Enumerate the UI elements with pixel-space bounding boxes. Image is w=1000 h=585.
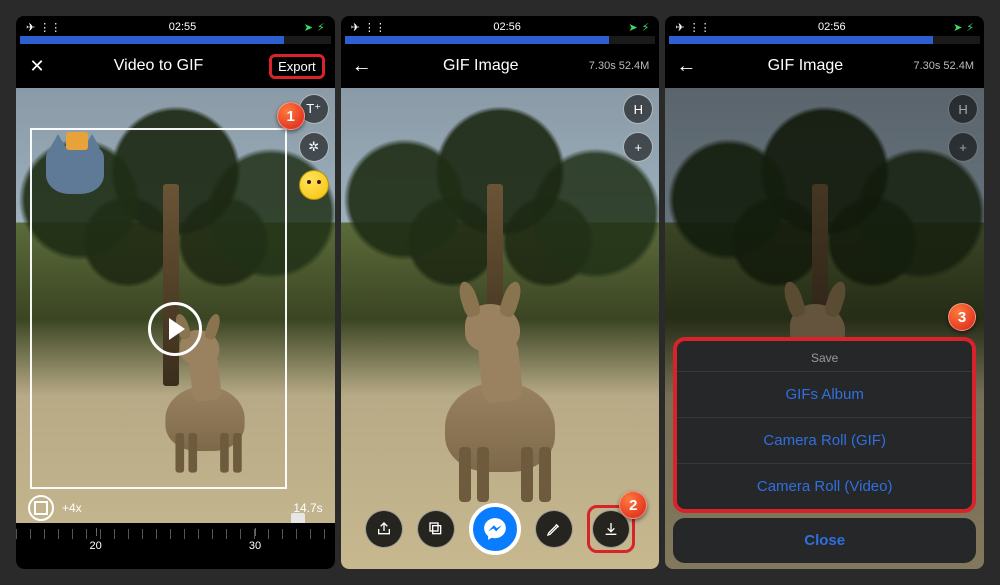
page-title: Video to GIF: [114, 57, 204, 75]
speed-label: +4x: [62, 501, 82, 515]
export-button[interactable]: Export: [269, 54, 325, 79]
gif-preview: H + 2: [341, 88, 660, 569]
sheet-header: Save: [677, 341, 972, 371]
wifi-icon: ⋮⋮: [39, 21, 61, 34]
action-bar: [341, 503, 660, 555]
airplane-icon: ✈︎: [675, 21, 684, 34]
add-button[interactable]: +: [623, 132, 653, 162]
page-title: GIF Image: [768, 57, 844, 75]
export-label: Export: [278, 59, 316, 74]
save-sheet: Save GIFs Album Camera Roll (GIF) Camera…: [673, 337, 976, 513]
progress-bar: [345, 36, 656, 44]
save-gifs-album[interactable]: GIFs Album: [677, 371, 972, 417]
status-time: 02:56: [493, 21, 521, 33]
status-time: 02:56: [818, 21, 846, 33]
save-camera-roll-video[interactable]: Camera Roll (Video): [677, 463, 972, 509]
step-badge-1: 1: [277, 102, 305, 130]
tick-20: 20: [90, 540, 102, 552]
status-bar: ✈︎ ⋮⋮ 02:55 ➤ ⚡︎: [16, 16, 335, 36]
emoji-tool-button[interactable]: [299, 170, 329, 200]
stop-button[interactable]: [28, 495, 54, 521]
save-camera-roll-gif[interactable]: Camera Roll (GIF): [677, 417, 972, 463]
app-bar: ← GIF Image 7.30s 52.4M: [665, 44, 984, 88]
play-button[interactable]: [148, 302, 202, 356]
gif-meta: 7.30s 52.4M: [913, 60, 974, 72]
app-bar: ✕ Video to GIF Export: [16, 44, 335, 88]
location-icon: ➤: [628, 21, 637, 34]
back-icon[interactable]: ←: [675, 55, 697, 77]
frames-button[interactable]: [417, 510, 455, 548]
wifi-icon: ⋮⋮: [364, 21, 386, 34]
battery-icon: ⚡︎: [642, 21, 650, 34]
close-icon[interactable]: ✕: [26, 55, 48, 77]
quality-button[interactable]: H: [623, 94, 653, 124]
status-bar: ✈︎ ⋮⋮ 02:56 ➤ ⚡︎: [665, 16, 984, 36]
screenshot-3: ✈︎ ⋮⋮ 02:56 ➤ ⚡︎ ← GIF Image 7.30s 52.4M…: [665, 16, 984, 569]
wifi-icon: ⋮⋮: [689, 21, 711, 34]
location-icon: ➤: [304, 21, 313, 34]
screenshot-2: ✈︎ ⋮⋮ 02:56 ➤ ⚡︎ ← GIF Image 7.30s 52.4M…: [341, 16, 660, 569]
gift-sticker[interactable]: [66, 132, 88, 150]
step-badge-3: 3: [948, 303, 976, 331]
tick-30: 30: [249, 540, 261, 552]
app-bar: ← GIF Image 7.30s 52.4M: [341, 44, 660, 88]
cat-sticker[interactable]: [46, 146, 104, 194]
status-time: 02:55: [169, 21, 197, 33]
location-icon: ➤: [953, 21, 962, 34]
screenshot-1: ✈︎ ⋮⋮ 02:55 ➤ ⚡︎ ✕ Video to GIF Export 1: [16, 16, 335, 569]
edit-button[interactable]: [535, 510, 573, 548]
timeline[interactable]: 20 30: [16, 523, 335, 569]
progress-bar: [669, 36, 980, 44]
status-bar: ✈︎ ⋮⋮ 02:56 ➤ ⚡︎: [341, 16, 660, 36]
preview-controls: +4x 14.7s: [16, 495, 335, 521]
close-sheet-button[interactable]: Close: [673, 518, 976, 563]
sticker-tool-button[interactable]: ✲: [299, 132, 329, 162]
video-preview[interactable]: T⁺ ✲ +4x 14.7s: [16, 88, 335, 569]
progress-bar: [20, 36, 331, 44]
battery-icon: ⚡︎: [317, 21, 325, 34]
page-title: GIF Image: [443, 57, 519, 75]
gif-meta: 7.30s 52.4M: [589, 60, 650, 72]
gif-preview: H + Save GIFs Album Camera Roll (GIF) Ca…: [665, 88, 984, 569]
battery-icon: ⚡︎: [966, 21, 974, 34]
back-icon[interactable]: ←: [351, 55, 373, 77]
airplane-icon: ✈︎: [351, 21, 360, 34]
side-toolbar: H +: [623, 94, 653, 162]
share-button[interactable]: [365, 510, 403, 548]
airplane-icon: ✈︎: [26, 21, 35, 34]
messenger-share-button[interactable]: [469, 503, 521, 555]
